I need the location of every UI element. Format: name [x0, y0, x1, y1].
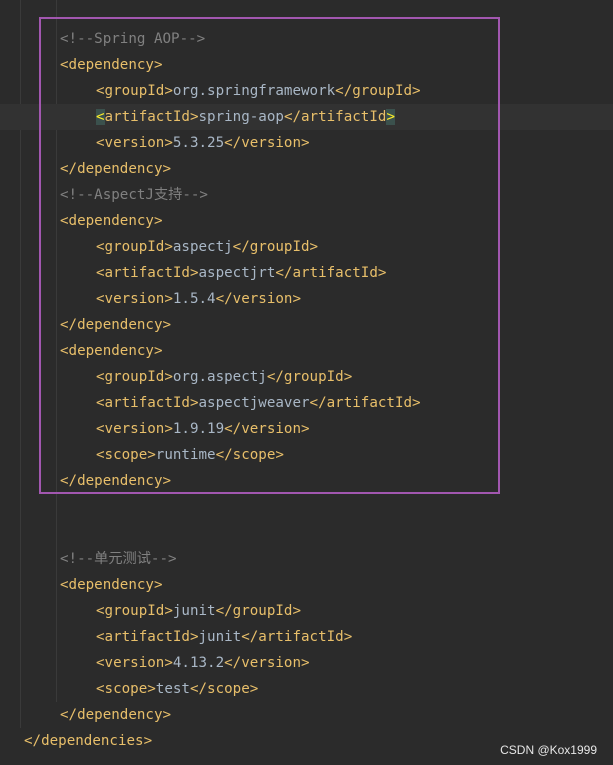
- code-line[interactable]: <groupId>junit</groupId>: [96, 598, 301, 624]
- code-line[interactable]: </dependencies>: [24, 728, 152, 754]
- code-editor[interactable]: <!--Spring AOP--> <dependency> <groupId>…: [0, 0, 613, 765]
- code-line[interactable]: <artifactId>junit</artifactId>: [96, 624, 352, 650]
- code-line[interactable]: </dependency>: [60, 702, 171, 728]
- artifactid-value: junit: [198, 629, 242, 645]
- version-close-tag: </version>: [224, 655, 310, 671]
- code-line[interactable]: <!--单元测试-->: [60, 546, 177, 572]
- xml-comment: <!--单元测试-->: [60, 551, 177, 567]
- version-value: 4.13.2: [172, 655, 225, 671]
- watermark: CSDN @Kox1999: [500, 743, 597, 757]
- groupid-close-tag: </groupId>: [215, 603, 302, 619]
- artifactid-close-tag: </artifactId>: [241, 629, 353, 645]
- dependency-close-tag: </dependency>: [60, 707, 172, 723]
- scope-value: test: [155, 681, 190, 697]
- code-line[interactable]: <version>4.13.2</version>: [96, 650, 310, 676]
- groupid-open-tag: <groupId>: [96, 603, 173, 619]
- highlight-box: [39, 17, 500, 494]
- dependency-open-tag: <dependency>: [60, 577, 163, 593]
- scope-open-tag: <scope>: [96, 681, 156, 697]
- dependencies-close-tag: </dependencies>: [24, 733, 153, 749]
- scope-close-tag: </scope>: [189, 681, 259, 697]
- artifactid-open-tag: <artifactId>: [96, 629, 199, 645]
- groupid-value: junit: [172, 603, 216, 619]
- version-open-tag: <version>: [96, 655, 173, 671]
- code-line[interactable]: <scope>test</scope>: [96, 676, 258, 702]
- code-line[interactable]: <dependency>: [60, 572, 163, 598]
